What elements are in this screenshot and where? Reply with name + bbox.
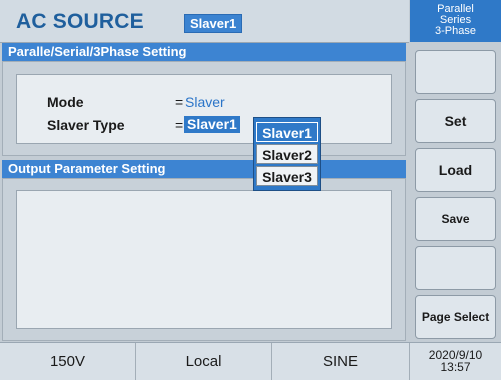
mode-label: Mode [47,94,84,110]
status-time: 13:57 [440,360,471,374]
slaver-type-value[interactable]: Slaver1 [184,116,240,133]
page-select-button[interactable]: Page Select [415,295,496,339]
slaver-type-label: Slaver Type [47,117,125,133]
page-select-label: Page Select [421,310,490,324]
output-section-panel [2,178,406,341]
app-title: AC SOURCE [16,10,144,33]
save-button-label: Save [441,212,470,226]
output-settings-box [16,190,392,329]
status-control-mode: Local [136,343,272,380]
dropdown-option-slaver2[interactable]: Slaver2 [256,144,318,164]
softkey-5-blank[interactable] [415,246,496,290]
mode-indicator: Parallel Series 3-Phase [410,0,501,42]
status-voltage: 150V [0,343,136,380]
slaver-badge: Slaver1 [184,14,243,33]
mode-value[interactable]: Slaver [185,94,225,110]
output-section-title: Output Parameter Setting [2,160,406,178]
softkey-1-blank[interactable] [415,50,496,94]
status-waveform: SINE [272,343,410,380]
save-button[interactable]: Save [415,197,496,241]
slaver-type-equals: = [175,117,184,133]
dropdown-option-slaver1[interactable]: Slaver1 [256,122,318,142]
set-button-label: Set [444,113,467,129]
mode-line-3: 3-Phase [435,25,476,37]
status-datetime: 2020/9/10 13:57 [410,343,501,380]
set-button[interactable]: Set [415,99,496,143]
status-bar: 150V Local SINE 2020/9/10 13:57 [0,342,501,380]
parallel-section-title: Paralle/Serial/3Phase Setting [2,43,406,61]
mode-equals: = [175,94,184,110]
load-button-label: Load [438,162,473,178]
header-bar: AC SOURCE Slaver1 [0,0,409,43]
dropdown-option-slaver3[interactable]: Slaver3 [256,166,318,186]
ac-source-screen: AC SOURCE Slaver1 Parallel Series 3-Phas… [0,0,501,380]
slaver-type-dropdown: Slaver1 Slaver2 Slaver3 [253,117,321,191]
load-button[interactable]: Load [415,148,496,192]
